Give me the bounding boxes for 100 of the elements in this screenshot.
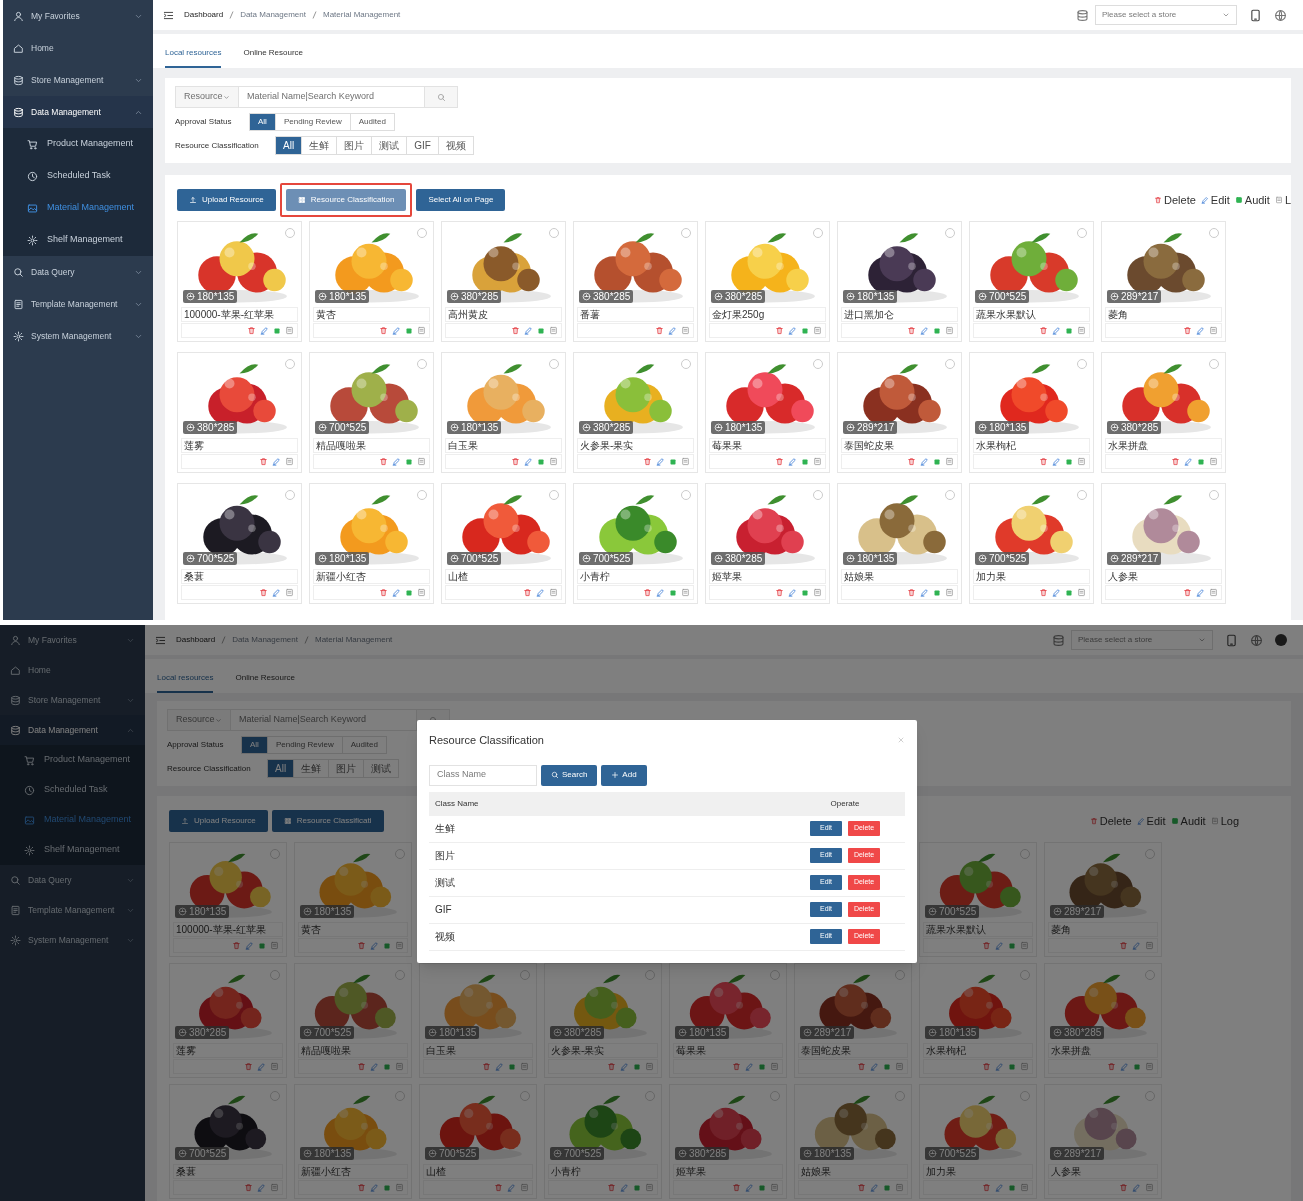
log-icon bbox=[1077, 588, 1086, 597]
breadcrumb-link[interactable]: Material Management bbox=[322, 9, 401, 21]
trash-icon bbox=[259, 588, 268, 597]
tab[interactable]: Online Resource bbox=[243, 47, 304, 68]
timer-icon bbox=[803, 1149, 812, 1158]
add-button[interactable]: Add bbox=[601, 764, 647, 786]
pen-icon bbox=[920, 326, 929, 335]
sidebar-item[interactable]: Home bbox=[0, 655, 145, 685]
store-icon bbox=[1076, 8, 1089, 22]
trash-icon bbox=[1039, 326, 1048, 335]
size-label: 700*525 bbox=[939, 1148, 977, 1159]
sidebar-item[interactable]: My Favorites bbox=[0, 625, 145, 655]
database-icon bbox=[10, 694, 21, 706]
sidebar-subitem[interactable]: Scheduled Task bbox=[0, 775, 145, 805]
breadcrumb-link[interactable]: Material Management bbox=[314, 634, 393, 646]
audit-icon bbox=[1170, 817, 1179, 825]
tab[interactable]: Online Resource bbox=[235, 672, 296, 693]
sidebar-item[interactable]: Data Query bbox=[0, 865, 145, 895]
tab[interactable]: Local resources bbox=[165, 47, 222, 68]
search-field[interactable]: Material Name|Search Keyword bbox=[239, 86, 424, 108]
sidebar-item[interactable]: Home bbox=[3, 32, 153, 64]
search-button[interactable] bbox=[424, 86, 458, 108]
timer-icon bbox=[714, 554, 723, 563]
filter-chip[interactable]: All bbox=[242, 737, 268, 753]
breadcrumb-link[interactable]: Dashboard bbox=[176, 634, 216, 646]
avatar[interactable] bbox=[1275, 634, 1287, 646]
sidebar-item[interactable]: Template Management bbox=[3, 288, 153, 320]
type-select[interactable]: Resource bbox=[175, 86, 239, 108]
trash-icon bbox=[907, 326, 916, 335]
sidebar-item[interactable]: Data Management bbox=[0, 715, 145, 745]
tab[interactable]: Local resources bbox=[157, 672, 214, 693]
sidebar-item[interactable]: System Management bbox=[3, 320, 153, 352]
card-name: 姬苹果 bbox=[709, 569, 826, 584]
log-icon bbox=[549, 457, 558, 466]
close-button[interactable] bbox=[897, 736, 905, 745]
timer-icon bbox=[1053, 907, 1062, 916]
trash-icon bbox=[655, 326, 664, 335]
type-select[interactable]: Resource bbox=[167, 709, 231, 731]
toolbar-button[interactable]: Select All on Page bbox=[416, 189, 506, 211]
pen-icon bbox=[1136, 817, 1145, 825]
timer-icon bbox=[846, 423, 855, 432]
pen-icon bbox=[536, 588, 545, 597]
card-name: 精品嘎啦果 bbox=[298, 1043, 408, 1058]
pen-icon bbox=[272, 457, 281, 466]
sidebar-item[interactable]: Store Management bbox=[0, 685, 145, 715]
card-name: 精品嘎啦果 bbox=[313, 438, 430, 453]
sidebar-item[interactable]: My Favorites bbox=[3, 0, 153, 32]
log-icon bbox=[1209, 326, 1218, 335]
pen-icon bbox=[392, 588, 401, 597]
sidebar-subitem[interactable]: Material Management bbox=[3, 192, 153, 224]
pen-icon bbox=[1196, 326, 1205, 335]
chevron-icon bbox=[1198, 636, 1206, 644]
toolbar-button[interactable]: Upload Resource bbox=[169, 810, 268, 832]
search-field[interactable]: Material Name|Search Keyword bbox=[231, 709, 416, 731]
sidebar-subitem[interactable]: Scheduled Task bbox=[3, 160, 153, 192]
image-icon bbox=[27, 202, 38, 214]
sidebar-subitem[interactable]: Product Management bbox=[0, 745, 145, 775]
sidebar-subitem[interactable]: Shelf Management bbox=[0, 835, 145, 865]
class-name-field[interactable]: Class Name bbox=[429, 764, 537, 786]
toolbar-button[interactable]: Resource Classification bbox=[285, 189, 407, 211]
legend-label: Delete bbox=[1164, 192, 1196, 208]
trash-icon bbox=[259, 457, 268, 466]
sidebar-item[interactable]: Template Management bbox=[0, 895, 145, 925]
trash-icon bbox=[511, 326, 520, 335]
filter-chip[interactable]: All bbox=[268, 760, 295, 777]
legend-label: Audit bbox=[1244, 192, 1270, 208]
card-name: 泰国蛇皮果 bbox=[798, 1043, 908, 1058]
search-button[interactable]: Search bbox=[541, 764, 598, 786]
gear-icon bbox=[10, 934, 21, 946]
breadcrumb-link[interactable]: Data Management bbox=[240, 9, 306, 21]
timer-icon bbox=[553, 1149, 562, 1158]
size-label: 180*135 bbox=[689, 1027, 727, 1038]
legend-label: Edit bbox=[1146, 813, 1166, 829]
timer-icon bbox=[714, 292, 723, 301]
timer-icon bbox=[803, 1028, 812, 1037]
toolbar-button[interactable]: Upload Resource bbox=[177, 189, 276, 211]
log-icon bbox=[1020, 941, 1029, 950]
sidebar-item[interactable]: Data Management bbox=[3, 96, 153, 128]
log-icon bbox=[549, 588, 558, 597]
log-icon bbox=[270, 1183, 279, 1192]
sidebar-item[interactable]: System Management bbox=[0, 925, 145, 955]
pen-icon bbox=[620, 1062, 629, 1071]
pen-icon bbox=[1132, 941, 1141, 950]
sidebar-subitem[interactable]: Shelf Management bbox=[3, 224, 153, 256]
gear-icon bbox=[13, 330, 24, 342]
sidebar-item[interactable]: Store Management bbox=[3, 64, 153, 96]
toolbar-button[interactable]: Resource Classificati bbox=[271, 810, 384, 832]
card-name: 菱角 bbox=[1048, 922, 1158, 937]
sidebar-item[interactable]: Data Query bbox=[3, 256, 153, 288]
card-name: 山楂 bbox=[423, 1164, 533, 1179]
log-icon bbox=[681, 588, 690, 597]
trash-icon bbox=[907, 588, 916, 597]
store-select[interactable]: Please select a store bbox=[1095, 5, 1237, 25]
pen-icon bbox=[1132, 1183, 1141, 1192]
breadcrumb-link[interactable]: Data Management bbox=[232, 634, 298, 646]
breadcrumb-link[interactable]: Dashboard bbox=[184, 9, 224, 21]
filter-chip[interactable]: All bbox=[250, 114, 276, 130]
log-icon bbox=[395, 1183, 404, 1192]
sidebar-subitem[interactable]: Product Management bbox=[3, 128, 153, 160]
filter-chip[interactable]: All bbox=[276, 137, 303, 154]
